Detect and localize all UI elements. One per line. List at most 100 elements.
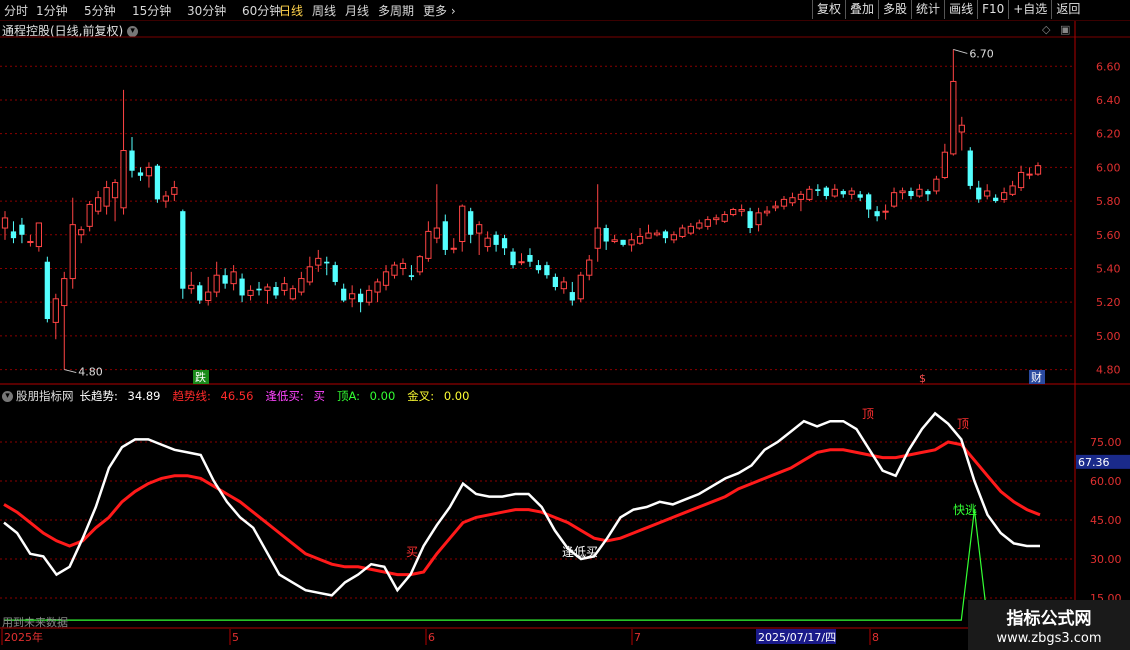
top-signal-label: 顶: [957, 417, 969, 431]
candle-body: [653, 232, 661, 236]
candle-body: [205, 291, 212, 301]
candle-body: [603, 228, 609, 242]
candle-body: [950, 80, 957, 155]
chart-canvas[interactable]: 6.60 6.40 6.20 6.00 5.80 5.60 5.40 5.20 5.00 4.80…: [0, 0, 1130, 650]
candle-body: [408, 275, 415, 277]
candle-body: [493, 234, 499, 245]
candle-body: [213, 274, 220, 293]
high-marker-line: [953, 48, 968, 54]
candle-body: [27, 241, 34, 244]
candle-body: [484, 237, 491, 248]
date-tick-label: 7: [634, 631, 641, 644]
candle-body: [560, 281, 567, 290]
candle-body: [941, 151, 948, 178]
candle-body: [315, 257, 322, 266]
top-signal-label: 顶: [862, 407, 874, 421]
candle-body: [704, 219, 711, 227]
candle-body: [797, 193, 805, 200]
candle-body: [78, 229, 85, 236]
future-data-note: 用到未来数据: [2, 616, 68, 629]
candle-body: [349, 293, 356, 300]
candle-body: [433, 227, 440, 239]
candle-body: [341, 288, 347, 301]
low-buy-signal-label: 逢低买: [562, 545, 598, 559]
candle-body: [806, 188, 813, 200]
candle-body: [510, 251, 516, 266]
candle-body: [721, 214, 728, 222]
candle-body: [180, 211, 186, 289]
candle-body: [899, 190, 906, 194]
diamond-icon: ◇: [1042, 23, 1051, 36]
candle-body: [882, 210, 889, 213]
long-trend-line: [3, 411, 1040, 597]
candle-body: [636, 235, 644, 244]
candle-body: [670, 234, 678, 241]
candle-body: [154, 165, 161, 200]
candle-body: [247, 289, 254, 296]
candle-body: [281, 283, 288, 291]
candle-body: [925, 190, 931, 195]
candle-body: [628, 239, 635, 246]
candle-body: [1034, 165, 1042, 175]
candle-body: [52, 298, 59, 323]
candle-body: [188, 284, 195, 290]
buy-signal-label: 买: [406, 545, 418, 559]
candle-body: [645, 232, 652, 239]
escape-signal-line: [4, 509, 1075, 621]
candle-body: [984, 190, 991, 197]
candle-body: [518, 261, 525, 264]
candle-body: [823, 187, 829, 197]
candle-body: [86, 203, 93, 227]
price-tick-label: 5.20: [1096, 296, 1121, 309]
price-tick-label: 5.00: [1096, 330, 1121, 343]
candle-body: [890, 192, 898, 207]
candle-body: [1, 217, 9, 229]
candle-body: [687, 225, 694, 234]
price-tick-label: 6.60: [1096, 60, 1121, 73]
watermark-url: www.zbgs3.com: [996, 631, 1102, 646]
candle-body: [967, 150, 973, 186]
candle-body: [399, 262, 407, 269]
candle-body: [874, 211, 880, 217]
site-watermark: 指标公式网 www.zbgs3.com: [968, 600, 1130, 650]
candle-body: [831, 188, 838, 197]
date-tick-label: 6: [428, 631, 435, 644]
indicator-tick-label: 45.00: [1090, 514, 1122, 527]
candle-body: [620, 239, 626, 245]
finance-tag-label: 财: [1031, 370, 1042, 384]
candle-body: [611, 239, 618, 243]
candle-body: [789, 197, 796, 204]
indicator-tick-label: 75.00: [1090, 436, 1122, 449]
candle-body: [993, 197, 999, 202]
candle-body: [129, 150, 135, 171]
candle-body: [137, 172, 144, 176]
date-tick-label: 5: [232, 631, 239, 644]
candle-body: [332, 265, 338, 282]
candle-body: [908, 190, 914, 197]
candle-body: [264, 286, 271, 291]
candle-body: [442, 221, 448, 250]
candle-body: [577, 274, 584, 300]
candle-body: [866, 194, 872, 210]
candle-body: [450, 247, 457, 250]
candle-body: [586, 259, 593, 276]
candle-body: [780, 198, 788, 207]
high-price-label: 6.70: [969, 47, 994, 60]
candle-body: [738, 209, 745, 212]
candle-body: [569, 292, 575, 301]
candle-body: [425, 230, 432, 259]
candle-body: [35, 222, 42, 248]
candle-body: [696, 222, 703, 229]
candle-body: [544, 265, 550, 276]
candle-body: [256, 288, 262, 291]
date-tick-label: 2025年: [4, 630, 43, 644]
candle-body: [61, 278, 68, 307]
drop-tag-label: 跌: [195, 370, 206, 384]
watermark-title: 指标公式网: [1006, 609, 1092, 629]
candle-body: [111, 182, 119, 199]
date-tick-label: 8: [872, 631, 879, 644]
dividend-tag-label: $: [919, 372, 926, 385]
candle-body: [552, 276, 558, 288]
candle-body: [1017, 171, 1025, 189]
candle-body: [374, 281, 381, 293]
